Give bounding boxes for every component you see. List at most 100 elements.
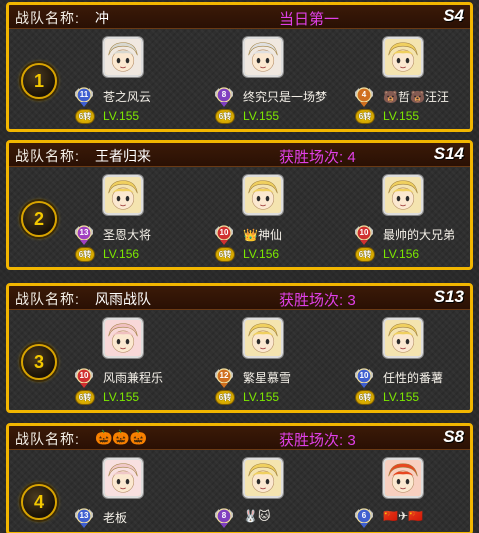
badge-level: 10 [359, 371, 369, 380]
member-rank-badge: 13 [73, 224, 95, 246]
member-avatar[interactable] [383, 318, 423, 358]
member-rank-badge: 10 [353, 367, 375, 389]
member-name: 风雨兼程乐 [103, 371, 164, 385]
team-stat: 获胜场次: 4 [279, 149, 356, 166]
rank-medal: 3 [21, 344, 57, 380]
badge-level: 6 [361, 511, 367, 520]
team-stat: 当日第一 [279, 11, 340, 28]
member-name: 🐰🐱 [243, 509, 271, 523]
member-level: LV.156 [243, 247, 280, 261]
team-card[interactable]: 战队名称: 风雨战队 获胜场次: 3 S13 3 10 风雨兼程乐 6转 LV.155 12 繁星慕… [6, 283, 473, 413]
member-level: LV.155 [243, 109, 280, 123]
member-rank-badge: 12 [213, 367, 235, 389]
server-tag: S13 [433, 287, 464, 306]
team-body: 3 10 风雨兼程乐 6转 LV.155 12 繁星慕雪 6转 LV.155 10 任性的番薯 6转 L… [9, 310, 470, 410]
member-avatar[interactable] [103, 318, 143, 358]
member-rank-badge: 4 [353, 86, 375, 108]
team-name: 冲 [95, 10, 109, 26]
member-name: 终究只是一场梦 [243, 90, 328, 104]
team-member[interactable]: 13 老板 [73, 450, 213, 532]
team-member[interactable]: 13 圣恩大将 6转 LV.156 [73, 167, 213, 267]
team-header: 战队名称: 王者归来 获胜场次: 4 S14 [9, 143, 470, 167]
team-member[interactable]: 10 任性的番薯 6转 LV.155 [353, 310, 470, 410]
member-name: 繁星慕雪 [243, 371, 292, 385]
server-tag: S14 [433, 144, 464, 163]
badge-level: 13 [79, 228, 89, 237]
member-avatar[interactable] [243, 175, 283, 215]
member-name: 任性的番薯 [383, 371, 444, 385]
member-avatar[interactable] [243, 37, 283, 77]
server-tag: S8 [443, 427, 464, 446]
team-name: 风雨战队 [95, 291, 151, 307]
team-name: 王者归来 [95, 148, 151, 164]
badge-level: 12 [219, 371, 229, 380]
member-name: 圣恩大将 [103, 228, 152, 242]
rebirth-badge: 6转 [355, 247, 375, 262]
badge-level: 13 [79, 511, 89, 520]
team-name-label: 战队名称: [15, 10, 80, 26]
team-member[interactable]: 6 🇨🇳✈🇨🇳 [353, 450, 470, 532]
badge-level: 10 [219, 228, 229, 237]
team-member[interactable]: 4 🐻哲🐻汪汪 6转 LV.155 [353, 29, 470, 129]
member-avatar[interactable] [103, 458, 143, 498]
server-tag: S4 [443, 6, 464, 25]
member-rank-badge: 13 [73, 507, 95, 529]
team-card[interactable]: 战队名称: 王者归来 获胜场次: 4 S14 2 13 圣恩大将 6转 LV.156 10 👑神仙 6… [6, 140, 473, 270]
member-avatar[interactable] [103, 175, 143, 215]
team-member[interactable]: 10 风雨兼程乐 6转 LV.155 [73, 310, 213, 410]
character-portrait-icon [385, 460, 421, 496]
character-portrait-icon [245, 320, 281, 356]
rebirth-badge: 6转 [215, 109, 235, 124]
member-avatar[interactable] [383, 458, 423, 498]
member-avatar[interactable] [243, 318, 283, 358]
team-member[interactable]: 8 🐰🐱 [213, 450, 353, 532]
member-level: LV.155 [243, 390, 280, 404]
member-avatar[interactable] [103, 37, 143, 77]
member-avatar[interactable] [383, 175, 423, 215]
character-portrait-icon [105, 39, 141, 75]
badge-level: 4 [361, 90, 367, 99]
member-name: 最帅的大兄弟 [383, 228, 456, 242]
member-rank-badge: 10 [73, 367, 95, 389]
team-name-label: 战队名称: [15, 291, 80, 307]
rank-medal: 2 [21, 201, 57, 237]
team-card[interactable]: 战队名称: 冲 当日第一 S4 1 11 苍之风云 6转 LV.155 8 终究只是一场梦 6转 LV.… [6, 2, 473, 132]
character-portrait-icon [385, 177, 421, 213]
team-member[interactable]: 11 苍之风云 6转 LV.155 [73, 29, 213, 129]
character-portrait-icon [105, 177, 141, 213]
team-member[interactable]: 12 繁星慕雪 6转 LV.155 [213, 310, 353, 410]
team-stat: 获胜场次: 3 [279, 432, 356, 449]
team-header: 战队名称: 冲 当日第一 S4 [9, 5, 470, 29]
member-name: 老板 [103, 511, 128, 525]
team-name-label: 战队名称: [15, 148, 80, 164]
member-level: LV.155 [103, 109, 140, 123]
rebirth-badge: 6转 [215, 247, 235, 262]
member-rank-badge: 10 [353, 224, 375, 246]
character-portrait-icon [245, 39, 281, 75]
member-avatar[interactable] [383, 37, 423, 77]
rebirth-badge: 6转 [75, 247, 95, 262]
member-name: 苍之风云 [103, 90, 152, 104]
team-header: 战队名称: 风雨战队 获胜场次: 3 S13 [9, 286, 470, 310]
rank-medal: 1 [21, 63, 57, 99]
member-avatar[interactable] [243, 458, 283, 498]
team-name: 🎃🎃🎃 [95, 429, 148, 445]
badge-level: 8 [221, 511, 227, 520]
team-member[interactable]: 8 终究只是一场梦 6转 LV.155 [213, 29, 353, 129]
rebirth-badge: 6转 [215, 390, 235, 405]
member-level: LV.156 [383, 247, 420, 261]
badge-level: 10 [359, 228, 369, 237]
team-member[interactable]: 10 最帅的大兄弟 6转 LV.156 [353, 167, 470, 267]
team-member[interactable]: 10 👑神仙 6转 LV.156 [213, 167, 353, 267]
badge-level: 8 [221, 90, 227, 99]
rebirth-badge: 6转 [355, 390, 375, 405]
character-portrait-icon [385, 39, 421, 75]
team-card[interactable]: 战队名称: 🎃🎃🎃 获胜场次: 3 S8 4 13 老板 8 🐰🐱 6 🇨🇳✈🇨🇳 [6, 423, 473, 533]
character-portrait-icon [105, 320, 141, 356]
member-level: LV.155 [103, 390, 140, 404]
member-rank-badge: 8 [213, 507, 235, 529]
badge-level: 10 [79, 371, 89, 380]
character-portrait-icon [385, 320, 421, 356]
member-name: 👑神仙 [243, 228, 282, 242]
member-level: LV.155 [383, 390, 420, 404]
